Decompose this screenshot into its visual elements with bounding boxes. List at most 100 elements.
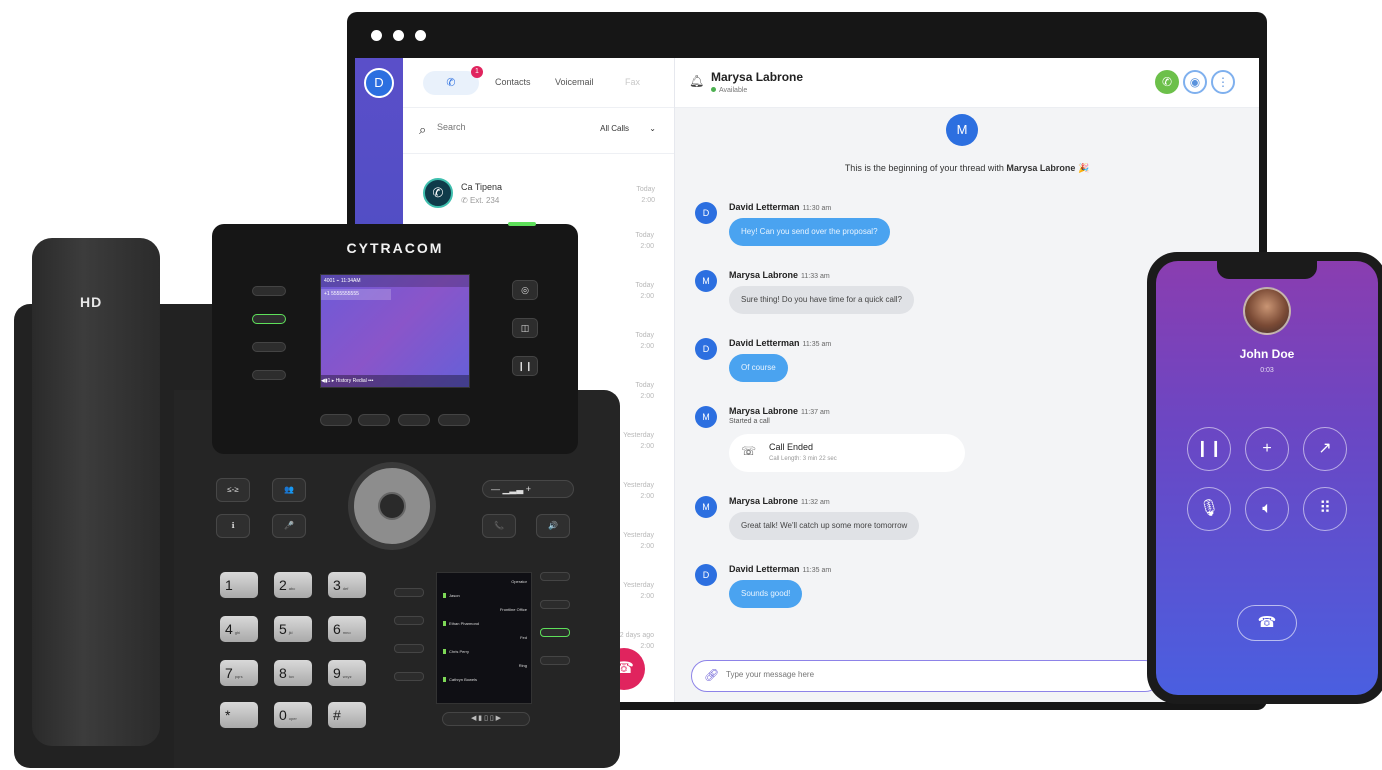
dss-key[interactable] [540,572,570,581]
mute-key[interactable]: 🎤 [272,514,306,538]
dss-key[interactable] [540,656,570,665]
dial-key-hash[interactable]: # [328,702,366,728]
dss-key[interactable] [540,600,570,609]
call-button[interactable]: ✆ [1155,70,1179,94]
thread-intro: This is the beginning of your thread wit… [844,163,1090,173]
dial-key-6[interactable]: 6 mno [328,616,366,642]
call-time: Yesterday 2:00 [623,532,654,550]
end-call-button[interactable]: ☎ [1237,605,1297,641]
call-summary-card[interactable]: ☏ Call Ended Call Length: 3 min 22 sec [729,434,965,472]
dial-key-0[interactable]: 0 oper [274,702,312,728]
dial-key-2[interactable]: 2 abc [274,572,312,598]
video-button[interactable]: ◉ [1183,70,1207,94]
message-bubble: Sounds good! [729,580,803,608]
mobile-phone: John Doe 0:03 ❙❙ + ↗ 🎙︎ 🔈︎ ⠿ ☎ [1147,252,1382,704]
navigation-pad[interactable] [348,462,436,550]
search-row: ⌕ All Calls ⌄ [403,108,674,154]
ok-button[interactable] [378,492,406,520]
message-header: David Letterman 11:35 am [729,564,832,574]
info-button[interactable]: ⋮ [1211,70,1235,94]
dial-key-5[interactable]: 5 jkl [274,616,312,642]
calls-filter-select[interactable]: All Calls ⌄ [600,124,656,133]
hold-key[interactable]: ❙❙ [512,356,538,376]
speaker-key[interactable]: 🔊 [536,514,570,538]
line-key[interactable] [252,342,286,352]
info-icon: ⋮ [1217,75,1229,89]
soft-key[interactable] [438,414,470,426]
brand-logo: CYTRACOM [346,240,444,256]
transfer-button[interactable]: ↗ [1303,427,1347,471]
soft-key[interactable] [358,414,390,426]
call-card-title: Call Ended [769,442,814,452]
voicemail-key[interactable]: ◎ [512,280,538,300]
tab-voicemail[interactable]: Voicemail [555,77,594,87]
thread-intro-name: Marysa Labrone [1006,163,1076,173]
chat-header: 🔔︎ Marysa Labrone Available ✆ ◉ ⋮ [675,58,1259,108]
desk-phone: HD CYTRACOM 4001 ⌁ 11:34AM +1 5555555555… [14,222,620,770]
conference-key[interactable]: 👥 [272,478,306,502]
phone-icon: ✆ [446,77,456,89]
hold-button[interactable]: ❙❙ [1187,427,1231,471]
phone-lcd: 4001 ⌁ 11:34AM +1 5555555555 ◀▮1 ▸ Histo… [320,274,470,388]
volume-rocker[interactable]: — ▁▂▃ + [482,480,574,498]
handsfree-call-key[interactable]: 📞 [482,514,516,538]
dial-key-4[interactable]: 4 ghi [220,616,258,642]
phone-icon: ✆ [1161,75,1173,89]
pause-icon: ❙❙ [1195,440,1223,457]
dss-key[interactable] [394,588,424,597]
dial-key-1[interactable]: 1 [220,572,258,598]
dial-key-star[interactable]: * [220,702,258,728]
phone-notch [1217,261,1317,279]
message-header: Marysa Labrone 11:37 am [729,406,830,416]
speaker-icon: 🔈︎ [1262,500,1272,517]
expansion-page-nav[interactable]: ◀ ▮ ▯ ▯ ▶ [442,712,530,726]
tab-bar: ✆ 1 Contacts Voicemail Fax [403,58,674,108]
thread-avatar: M [946,114,978,146]
headset-key[interactable]: ℹ [216,514,250,538]
dial-key-7[interactable]: 7 pqrs [220,660,258,686]
directory-key[interactable]: ◫ [512,318,538,338]
bell-icon[interactable]: 🔔︎ [689,74,704,88]
search-input[interactable] [437,122,547,132]
party-icon: 🎉 [1077,163,1090,173]
dial-key-3[interactable]: 3 def [328,572,366,598]
add-call-button[interactable]: + [1245,427,1289,471]
tab-contacts[interactable]: Contacts [495,77,531,87]
chat-contact-name: Marysa Labrone [711,70,804,84]
message-input[interactable] [726,670,1086,679]
line-key[interactable] [252,314,286,324]
lcd-status: 4001 ⌁ 11:34AM [321,275,469,287]
line-key[interactable] [252,286,286,296]
presence-status: Available [711,87,747,94]
window-dot[interactable] [393,30,404,41]
soft-key[interactable] [398,414,430,426]
transfer-key[interactable]: ≤-≥ [216,478,250,502]
hd-logo: HD [80,294,103,310]
mute-button[interactable]: 🎙︎ [1187,487,1231,531]
handset[interactable]: HD [32,238,160,746]
ss-label: Frontline Office [499,607,527,612]
user-avatar[interactable]: D [364,68,394,98]
ss-contact: Jason [443,591,527,601]
dss-key[interactable] [540,628,570,637]
speaker-button[interactable]: 🔈︎ [1245,487,1289,531]
call-card-length: Call Length: 3 min 22 sec [769,456,837,462]
window-dot[interactable] [371,30,382,41]
tab-calls[interactable]: ✆ 1 [423,66,483,95]
message-header: David Letterman 11:35 am [729,338,832,348]
window-dot[interactable] [415,30,426,41]
avatar: M [695,496,717,518]
tab-fax[interactable]: Fax [625,77,640,87]
dss-key[interactable] [394,644,424,653]
keypad-button[interactable]: ⠿ [1303,487,1347,531]
dss-key[interactable] [394,616,424,625]
line-key[interactable] [252,370,286,380]
dial-key-9[interactable]: 9 wxyz [328,660,366,686]
dss-key[interactable] [394,672,424,681]
attachment-icon[interactable]: 🔗︎ [704,668,719,682]
message-header: Marysa Labrone 11:32 am [729,496,830,506]
call-list-item[interactable]: ✆ Ca Tipena ✆ Ext. 234 Today 2:00 [403,168,675,218]
display-panel: CYTRACOM 4001 ⌁ 11:34AM +1 5555555555 ◀▮… [212,222,578,454]
dial-key-8[interactable]: 8 tuv [274,660,312,686]
soft-key[interactable] [320,414,352,426]
